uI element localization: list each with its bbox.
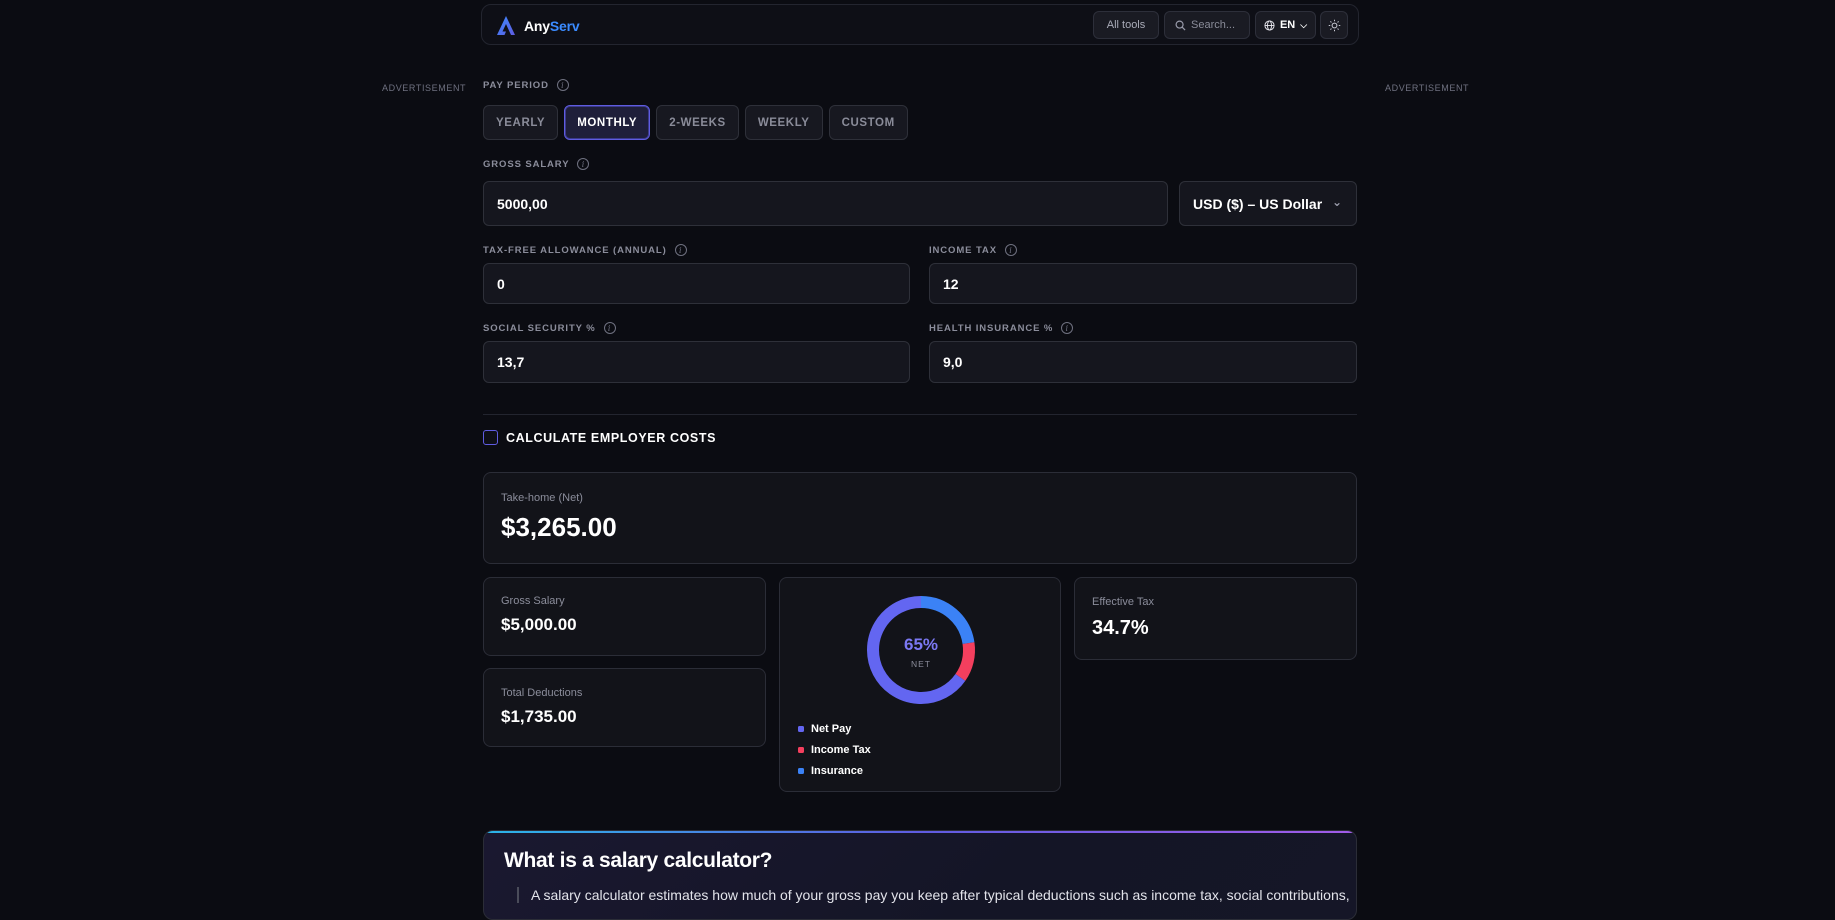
effective-tax-value: 34.7% — [1092, 617, 1149, 639]
brand-logo[interactable]: AnyServ — [494, 14, 580, 38]
legend-swatch — [798, 746, 804, 753]
currency-select[interactable]: USD ($) – US Dollar ⌄ — [1179, 181, 1357, 226]
section-divider — [483, 414, 1357, 415]
search-icon — [1175, 20, 1186, 31]
social-security-input[interactable]: 13,7 — [483, 341, 910, 383]
info-icon[interactable]: i — [1004, 244, 1017, 256]
gross-salary-value: $5,000.00 — [501, 615, 577, 634]
pay-period-label: PAY PERIOD i — [483, 79, 569, 91]
net-pay-card: Take-home (Net) $3,265.00 — [483, 472, 1357, 564]
net-pay-caption: Take-home (Net) — [501, 492, 583, 504]
top-bar: AnyServ All tools Search... EN ⌵ — [481, 4, 1359, 45]
income-tax-slice — [955, 642, 975, 681]
gross-salary-input[interactable]: 5000,00 — [483, 181, 1168, 226]
tax-free-allowance-label: TAX-FREE ALLOWANCE (ANNUAL) i — [483, 244, 687, 256]
brand-name-serv: Serv — [549, 18, 580, 34]
chart-legend: Net Pay Income Tax Insurance — [798, 718, 871, 781]
advertisement-label-right: ADVERTISEMENT — [1385, 83, 1470, 93]
info-title: What is a salary calculator? — [504, 849, 773, 872]
period-yearly-button[interactable]: YEARLY — [483, 105, 559, 140]
advertisement-label-left: ADVERTISEMENT — [382, 83, 467, 93]
income-tax-label: INCOME TAX i — [929, 244, 1017, 256]
currency-selected-value: USD ($) – US Dollar — [1193, 195, 1323, 212]
employer-costs-checkbox[interactable] — [483, 430, 498, 445]
social-security-label: SOCIAL SECURITY % i — [483, 322, 616, 334]
legend-swatch — [798, 725, 804, 732]
theme-toggle-button[interactable] — [1320, 11, 1348, 39]
language-code: EN — [1279, 19, 1296, 31]
period-monthly-button[interactable]: MONTHLY — [564, 105, 651, 140]
legend-item-income-tax: Income Tax — [798, 739, 871, 760]
pay-period-label-text: PAY PERIOD — [483, 79, 549, 91]
effective-tax-caption: Effective Tax — [1092, 596, 1154, 608]
info-paragraph: A salary calculator estimates how much o… — [517, 887, 1350, 903]
net-pay-value: $3,265.00 — [501, 512, 617, 542]
health-insurance-label-text: HEALTH INSURANCE % — [929, 322, 1054, 334]
gross-salary-card: Gross Salary $5,000.00 — [483, 577, 766, 656]
chevron-down-icon: ⌄ — [1331, 195, 1342, 209]
health-insurance-input[interactable]: 9,0 — [929, 341, 1357, 383]
total-deductions-caption: Total Deductions — [501, 687, 583, 699]
info-icon[interactable]: i — [674, 244, 687, 256]
info-icon[interactable]: i — [556, 79, 569, 91]
language-selector[interactable]: EN ⌵ — [1255, 11, 1316, 39]
all-tools-button[interactable]: All tools — [1093, 11, 1159, 39]
income-tax-input[interactable]: 12 — [929, 263, 1357, 304]
tax-free-allowance-label-text: TAX-FREE ALLOWANCE (ANNUAL) — [483, 244, 667, 256]
legend-swatch — [798, 767, 804, 774]
info-icon[interactable]: i — [577, 158, 590, 170]
gross-salary-label: GROSS SALARY i — [483, 158, 590, 170]
employer-costs-label: CALCULATE EMPLOYER COSTS — [506, 430, 717, 445]
donut-center-percent: 65% — [904, 635, 938, 654]
period-weekly-button[interactable]: WEEKLY — [744, 105, 823, 140]
sun-icon — [1328, 19, 1340, 31]
info-section: What is a salary calculator? A salary ca… — [483, 830, 1357, 920]
anyserv-logo-icon — [497, 16, 515, 35]
gross-salary-caption: Gross Salary — [501, 595, 565, 607]
period-custom-button[interactable]: CUSTOM — [828, 105, 908, 140]
gross-salary-label-text: GROSS SALARY — [483, 158, 570, 170]
employer-costs-toggle[interactable]: CALCULATE EMPLOYER COSTS — [483, 430, 716, 445]
search-input[interactable]: Search... — [1164, 11, 1250, 39]
donut-center-label: NET — [911, 659, 931, 669]
social-security-label-text: SOCIAL SECURITY % — [483, 322, 596, 334]
chevron-down-icon: ⌵ — [1300, 19, 1308, 30]
breakdown-donut-chart: 65% NET — [867, 596, 975, 704]
brand-name-any: Any — [524, 18, 550, 34]
gradient-accent-line — [484, 831, 1356, 833]
total-deductions-card: Total Deductions $1,735.00 — [483, 668, 766, 747]
legend-item-insurance: Insurance — [798, 760, 871, 781]
legend-item-net-pay: Net Pay — [798, 718, 871, 739]
period-2-weeks-button[interactable]: 2-WEEKS — [656, 105, 739, 140]
tax-free-allowance-input[interactable]: 0 — [483, 263, 910, 304]
info-icon[interactable]: i — [1061, 322, 1074, 334]
effective-tax-card: Effective Tax 34.7% — [1074, 577, 1357, 660]
total-deductions-value: $1,735.00 — [501, 707, 577, 726]
legend-label: Insurance — [811, 764, 863, 777]
globe-icon — [1264, 19, 1275, 31]
income-tax-label-text: INCOME TAX — [929, 244, 997, 256]
info-icon[interactable]: i — [603, 322, 616, 334]
legend-label: Net Pay — [811, 722, 852, 735]
health-insurance-label: HEALTH INSURANCE % i — [929, 322, 1074, 334]
pay-period-group: YEARLY MONTHLY 2-WEEKS WEEKLY CUSTOM — [483, 105, 908, 140]
legend-label: Income Tax — [811, 743, 871, 756]
search-placeholder: Search... — [1191, 19, 1236, 31]
